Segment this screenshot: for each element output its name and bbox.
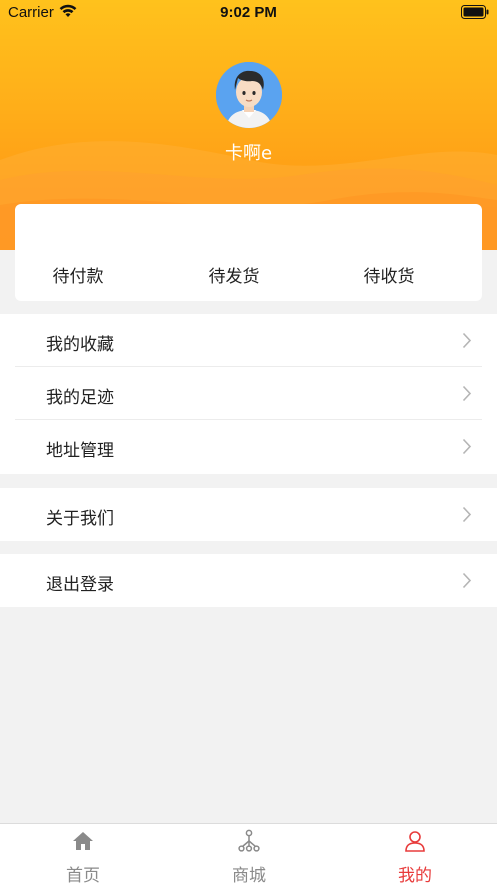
chevron-right-icon <box>462 332 472 349</box>
menu-item-address[interactable]: 地址管理 <box>0 420 497 473</box>
clock: 9:02 PM <box>220 4 277 21</box>
menu-item-label: 关于我们 <box>46 509 114 529</box>
tab-label: 首页 <box>66 866 100 883</box>
chevron-right-icon <box>462 506 472 523</box>
menu-item-logout[interactable]: 退出登录 <box>0 554 497 607</box>
bottom-tab-bar: 首页 商城 我的 <box>0 823 497 883</box>
pending-receipt-button[interactable]: 待收货 <box>319 262 459 287</box>
avatar-boy-icon <box>216 62 282 128</box>
battery-icon <box>461 5 489 19</box>
pending-payment-button[interactable]: 待付款 <box>8 262 148 287</box>
chevron-right-icon <box>462 572 472 589</box>
menu-item-footprints[interactable]: 我的足迹 <box>0 367 497 420</box>
shop-icon <box>238 829 260 852</box>
status-bar: Carrier 9:02 PM <box>0 0 497 26</box>
tab-mine[interactable]: 我的 <box>332 824 497 883</box>
home-icon <box>73 832 93 850</box>
avatar[interactable] <box>216 62 282 128</box>
menu-group-about: 关于我们 <box>0 488 497 541</box>
menu-group-logout: 退出登录 <box>0 554 497 607</box>
chevron-right-icon <box>462 438 472 455</box>
chevron-right-icon <box>462 385 472 402</box>
menu-item-label: 我的收藏 <box>46 335 114 355</box>
order-status-card: 待付款 待发货 待收货 <box>15 204 482 301</box>
tab-shop[interactable]: 商城 <box>166 824 332 883</box>
menu-item-label: 我的足迹 <box>46 388 114 408</box>
tab-label: 商城 <box>232 866 266 883</box>
menu-group-main: 我的收藏 我的足迹 地址管理 <box>0 314 497 474</box>
tab-home[interactable]: 首页 <box>0 824 166 883</box>
username: 卡啊e <box>224 143 273 164</box>
user-icon <box>405 831 425 852</box>
menu-item-about[interactable]: 关于我们 <box>0 488 497 541</box>
menu-item-favorites[interactable]: 我的收藏 <box>0 314 497 367</box>
menu-item-label: 退出登录 <box>46 575 114 595</box>
tab-label: 我的 <box>398 866 432 883</box>
menu-item-label: 地址管理 <box>46 441 114 461</box>
pending-shipment-button[interactable]: 待发货 <box>164 262 304 287</box>
